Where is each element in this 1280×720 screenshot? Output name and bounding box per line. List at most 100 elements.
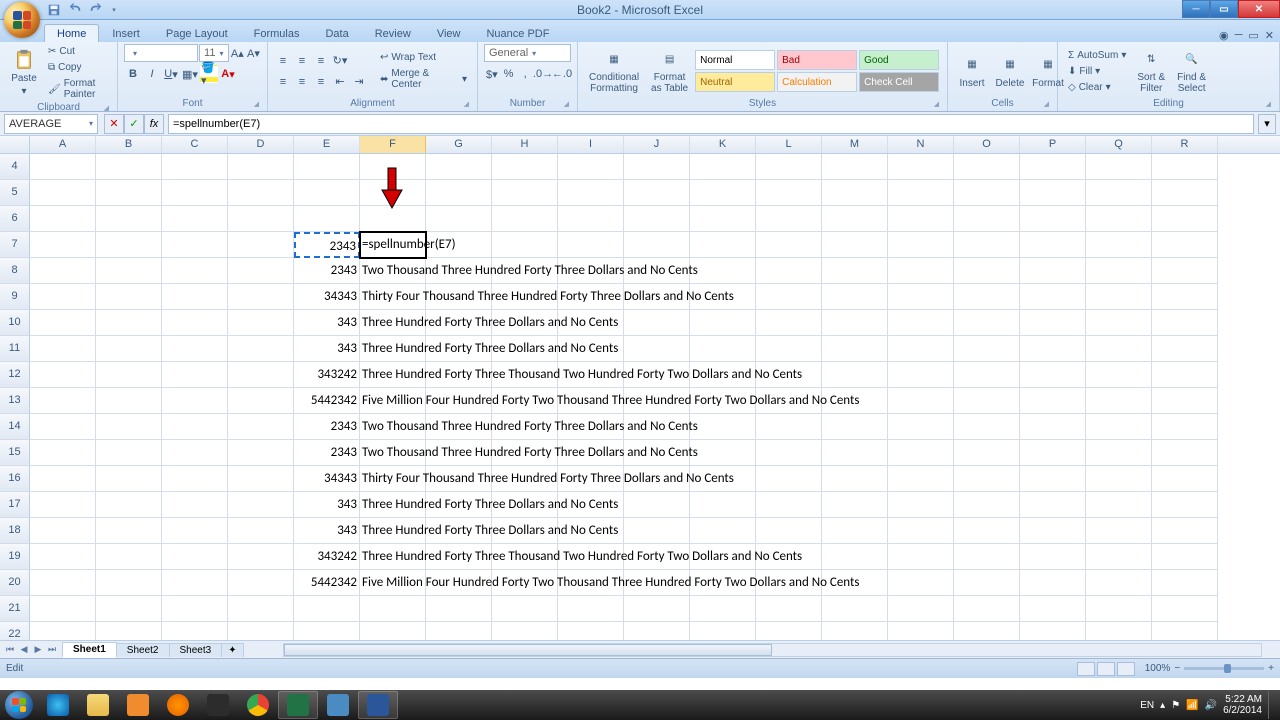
cell-A7[interactable] bbox=[30, 232, 96, 258]
cell-P17[interactable] bbox=[1020, 492, 1086, 518]
cell-styles-gallery[interactable]: Normal Bad Good Neutral Calculation Chec… bbox=[695, 50, 939, 92]
cell-P12[interactable] bbox=[1020, 362, 1086, 388]
cell-A6[interactable] bbox=[30, 206, 96, 232]
cell-C21[interactable] bbox=[162, 596, 228, 622]
align-middle-icon[interactable]: ≡ bbox=[293, 52, 311, 70]
cell-N11[interactable] bbox=[888, 336, 954, 362]
undo-icon[interactable] bbox=[67, 2, 83, 18]
cell-Q19[interactable] bbox=[1086, 544, 1152, 570]
tab-nuance-pdf[interactable]: Nuance PDF bbox=[473, 24, 562, 42]
cell-D4[interactable] bbox=[228, 154, 294, 180]
cell-L22[interactable] bbox=[756, 622, 822, 640]
cell-G21[interactable] bbox=[426, 596, 492, 622]
cell-P15[interactable] bbox=[1020, 440, 1086, 466]
cell-P10[interactable] bbox=[1020, 310, 1086, 336]
italic-button[interactable]: I bbox=[143, 65, 161, 83]
autosum-button[interactable]: ΣAutoSum▾ bbox=[1064, 48, 1130, 63]
decrease-indent-icon[interactable]: ⇤ bbox=[331, 73, 349, 91]
cell-J7[interactable] bbox=[624, 232, 690, 258]
shrink-font-icon[interactable]: A▾ bbox=[246, 44, 261, 62]
formula-input[interactable]: =spellnumber(E7) bbox=[168, 114, 1254, 134]
cell-N10[interactable] bbox=[888, 310, 954, 336]
cell-Q8[interactable] bbox=[1086, 258, 1152, 284]
cell-Q7[interactable] bbox=[1086, 232, 1152, 258]
cell-M4[interactable] bbox=[822, 154, 888, 180]
cell-Q20[interactable] bbox=[1086, 570, 1152, 596]
cell-I6[interactable] bbox=[558, 206, 624, 232]
col-header-B[interactable]: B bbox=[96, 136, 162, 153]
tb-ie-icon[interactable] bbox=[38, 691, 78, 719]
cell-L6[interactable] bbox=[756, 206, 822, 232]
new-sheet-icon[interactable]: ✦ bbox=[221, 643, 243, 657]
col-header-K[interactable]: K bbox=[690, 136, 756, 153]
row-header-15[interactable]: 15 bbox=[0, 440, 30, 466]
cell-O10[interactable] bbox=[954, 310, 1020, 336]
cell-O5[interactable] bbox=[954, 180, 1020, 206]
cell-I22[interactable] bbox=[558, 622, 624, 640]
cell-B12[interactable] bbox=[96, 362, 162, 388]
cell-D8[interactable] bbox=[228, 258, 294, 284]
tab-review[interactable]: Review bbox=[362, 24, 424, 42]
cell-C10[interactable] bbox=[162, 310, 228, 336]
zoom-level[interactable]: 100% bbox=[1145, 663, 1171, 674]
cell-C4[interactable] bbox=[162, 154, 228, 180]
cell-D22[interactable] bbox=[228, 622, 294, 640]
save-icon[interactable] bbox=[46, 2, 62, 18]
cell-A14[interactable] bbox=[30, 414, 96, 440]
cell-P4[interactable] bbox=[1020, 154, 1086, 180]
increase-indent-icon[interactable]: ⇥ bbox=[350, 73, 368, 91]
cell-O15[interactable] bbox=[954, 440, 1020, 466]
cell-E9[interactable]: 34343 bbox=[294, 284, 360, 310]
cell-D13[interactable] bbox=[228, 388, 294, 414]
cell-F5[interactable] bbox=[360, 180, 426, 206]
decrease-decimal-icon[interactable]: ←.0 bbox=[553, 65, 571, 83]
tab-formulas[interactable]: Formulas bbox=[241, 24, 313, 42]
cell-Q16[interactable] bbox=[1086, 466, 1152, 492]
cell-R9[interactable] bbox=[1152, 284, 1218, 310]
style-check-cell[interactable]: Check Cell bbox=[859, 72, 939, 92]
cell-J17[interactable] bbox=[624, 492, 690, 518]
cell-F16[interactable]: Thirty Four Thousand Three Hundred Forty… bbox=[360, 466, 426, 492]
cell-L17[interactable] bbox=[756, 492, 822, 518]
cell-B5[interactable] bbox=[96, 180, 162, 206]
style-good[interactable]: Good bbox=[859, 50, 939, 70]
col-header-M[interactable]: M bbox=[822, 136, 888, 153]
style-normal[interactable]: Normal bbox=[695, 50, 775, 70]
cell-K5[interactable] bbox=[690, 180, 756, 206]
cell-R8[interactable] bbox=[1152, 258, 1218, 284]
cell-N12[interactable] bbox=[888, 362, 954, 388]
cell-D9[interactable] bbox=[228, 284, 294, 310]
row-header-12[interactable]: 12 bbox=[0, 362, 30, 388]
cell-M12[interactable] bbox=[822, 362, 888, 388]
cell-A22[interactable] bbox=[30, 622, 96, 640]
cell-C17[interactable] bbox=[162, 492, 228, 518]
cell-K22[interactable] bbox=[690, 622, 756, 640]
cell-M9[interactable] bbox=[822, 284, 888, 310]
cell-G4[interactable] bbox=[426, 154, 492, 180]
cell-D15[interactable] bbox=[228, 440, 294, 466]
cell-Q12[interactable] bbox=[1086, 362, 1152, 388]
cell-A11[interactable] bbox=[30, 336, 96, 362]
cell-Q11[interactable] bbox=[1086, 336, 1152, 362]
cell-K21[interactable] bbox=[690, 596, 756, 622]
zoom-slider[interactable] bbox=[1184, 667, 1264, 670]
cell-R13[interactable] bbox=[1152, 388, 1218, 414]
cell-E20[interactable]: 5442342 bbox=[294, 570, 360, 596]
cell-R5[interactable] bbox=[1152, 180, 1218, 206]
cell-C7[interactable] bbox=[162, 232, 228, 258]
cell-R21[interactable] bbox=[1152, 596, 1218, 622]
cell-B9[interactable] bbox=[96, 284, 162, 310]
cell-R19[interactable] bbox=[1152, 544, 1218, 570]
cell-B7[interactable] bbox=[96, 232, 162, 258]
col-header-O[interactable]: O bbox=[954, 136, 1020, 153]
tray-clock[interactable]: 5:22 AM 6/2/2014 bbox=[1223, 694, 1262, 716]
cell-K10[interactable] bbox=[690, 310, 756, 336]
cell-O22[interactable] bbox=[954, 622, 1020, 640]
cell-E13[interactable]: 5442342 bbox=[294, 388, 360, 414]
cell-B15[interactable] bbox=[96, 440, 162, 466]
cell-P21[interactable] bbox=[1020, 596, 1086, 622]
cell-P18[interactable] bbox=[1020, 518, 1086, 544]
cell-E15[interactable]: 2343 bbox=[294, 440, 360, 466]
cell-G6[interactable] bbox=[426, 206, 492, 232]
cell-A10[interactable] bbox=[30, 310, 96, 336]
